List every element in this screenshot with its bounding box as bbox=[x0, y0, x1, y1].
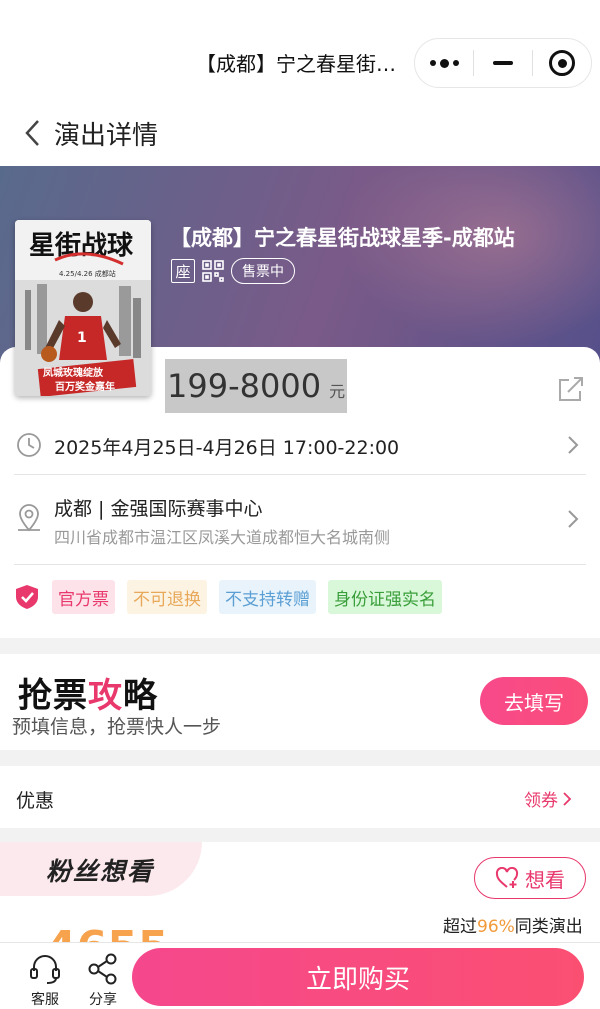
window-title: 【成都】宁之春星街… bbox=[196, 52, 396, 76]
want-to-see-button[interactable]: 想看 bbox=[474, 857, 586, 899]
mini-program-titlebar: 【成都】宁之春星街… bbox=[0, 0, 600, 100]
shield-check-icon bbox=[14, 583, 40, 611]
venue-address: 四川省成都市温江区凤溪大道成都恒大名城南侧 bbox=[54, 528, 391, 547]
venue-name: 成都 | 金强国际赛事中心 bbox=[54, 498, 263, 520]
poster-slogan-2: 百万奖金嘉年 bbox=[55, 380, 115, 393]
no-transfer-badge: 不支持转赠 bbox=[219, 580, 316, 614]
location-pin-icon bbox=[16, 504, 42, 532]
ticket-policy-badges: 官方票 不可退换 不支持转赠 身份证强实名 bbox=[14, 580, 442, 614]
minimize-icon bbox=[493, 61, 513, 65]
fans-want-section: 粉丝想看 想看 超过96%同类演出 4655 bbox=[0, 842, 600, 942]
coupon-label: 优惠 bbox=[16, 790, 55, 812]
share-button[interactable]: 分享 bbox=[80, 951, 126, 1009]
seat-selection-icon: 座 bbox=[171, 259, 195, 283]
price-range: 199-8000 元 bbox=[165, 359, 348, 413]
on-sale-badge: 售票中 bbox=[231, 258, 295, 284]
divider bbox=[14, 474, 586, 475]
popularity-text: 超过96%同类演出 bbox=[443, 917, 583, 937]
page-title: 演出详情 bbox=[54, 120, 159, 151]
get-coupon-label: 领券 bbox=[524, 791, 558, 811]
show-time-text: 2025年4月25日-4月26日 17:00-22:00 bbox=[54, 436, 400, 459]
chevron-right-icon bbox=[563, 791, 572, 806]
qr-code-icon bbox=[201, 259, 225, 283]
strategy-subtitle: 预填信息，抢票快人一步 bbox=[12, 716, 222, 738]
clock-icon bbox=[16, 432, 42, 458]
customer-service-label: 客服 bbox=[31, 992, 59, 1008]
customer-service-button[interactable]: 客服 bbox=[22, 951, 68, 1009]
chevron-right-icon bbox=[566, 508, 580, 530]
heart-plus-icon bbox=[495, 867, 519, 888]
headset-icon bbox=[30, 955, 60, 984]
fans-title: 粉丝想看 bbox=[46, 857, 155, 886]
show-tags: 座 售票中 bbox=[171, 258, 295, 284]
share-out-icon[interactable] bbox=[556, 374, 586, 404]
more-dots-icon bbox=[429, 58, 459, 68]
svg-text:1: 1 bbox=[77, 330, 87, 346]
chevron-right-icon bbox=[566, 434, 580, 456]
venue-row[interactable]: 成都 | 金强国际赛事中心 四川省成都市温江区凤溪大道成都恒大名城南侧 bbox=[0, 478, 600, 560]
more-button[interactable] bbox=[415, 39, 473, 87]
strategy-title: 抢票攻略 bbox=[18, 676, 158, 716]
price-unit: 元 bbox=[329, 382, 346, 401]
show-time-row[interactable]: 2025年4月25日-4月26日 17:00-22:00 bbox=[0, 420, 600, 472]
get-coupon-link[interactable]: 领券 bbox=[524, 786, 572, 811]
real-name-id-badge: 身份证强实名 bbox=[328, 580, 442, 614]
poster-headline: 星街战球 bbox=[29, 231, 134, 261]
official-ticket-badge: 官方票 bbox=[52, 580, 115, 614]
poster-slogan-1: 凤城玫瑰绽放 bbox=[43, 366, 104, 379]
navigation-bar: 演出详情 bbox=[0, 100, 600, 166]
prefill-button[interactable]: 去填写 bbox=[480, 677, 588, 725]
poster-dates: 4.25/4.26 成都站 bbox=[59, 269, 116, 278]
back-chevron-icon[interactable] bbox=[22, 119, 50, 147]
buy-now-button[interactable]: 立即购买 bbox=[132, 948, 584, 1006]
show-title: 【成都】宁之春星街战球星季-成都站 bbox=[170, 226, 515, 250]
want-count: 4655 bbox=[46, 922, 168, 942]
close-button[interactable] bbox=[533, 39, 591, 87]
close-target-icon bbox=[549, 50, 575, 76]
divider bbox=[14, 564, 586, 565]
share-label: 分享 bbox=[89, 992, 117, 1008]
share-icon bbox=[88, 953, 117, 985]
show-poster[interactable]: 星街战球 4.25/4.26 成都站 1 凤城玫瑰绽放 百万奖金嘉年 bbox=[15, 220, 151, 396]
coupon-section: 优惠 领券 bbox=[0, 766, 600, 828]
want-label: 想看 bbox=[525, 867, 565, 892]
non-refundable-badge: 不可退换 bbox=[127, 580, 207, 614]
capsule-menu bbox=[414, 38, 592, 88]
minimize-button[interactable] bbox=[474, 39, 532, 87]
price-value: 199-8000 bbox=[167, 367, 322, 405]
